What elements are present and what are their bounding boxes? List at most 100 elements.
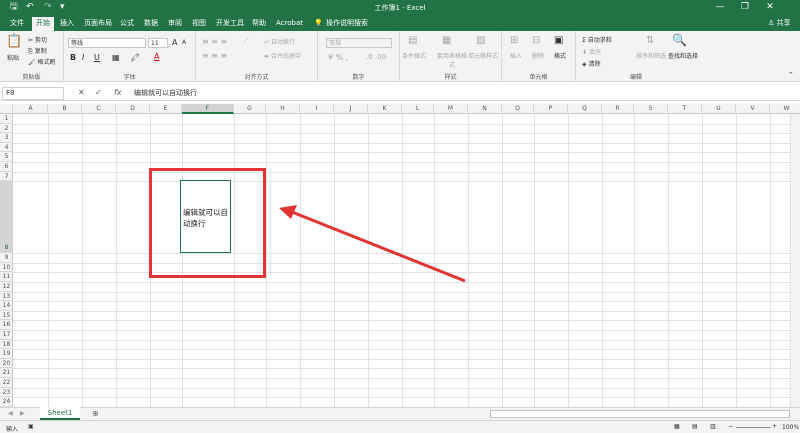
column-header-u[interactable]: U bbox=[702, 104, 736, 114]
grow-font-button[interactable]: A bbox=[172, 38, 177, 47]
tab-insert[interactable]: 插入 bbox=[56, 15, 78, 31]
tab-data[interactable]: 数据 bbox=[140, 15, 162, 31]
column-header-b[interactable]: B bbox=[48, 104, 82, 114]
autosum-button[interactable]: Σ 自动求和 bbox=[582, 35, 612, 44]
row-header-9[interactable]: 9 bbox=[0, 253, 13, 263]
format-cells-icon[interactable]: ▣ bbox=[554, 35, 563, 46]
cell-style-icon[interactable]: ▨ bbox=[476, 35, 485, 46]
column-header-n[interactable]: N bbox=[468, 104, 502, 114]
restore-button[interactable]: ❐ bbox=[735, 1, 755, 13]
table-format-icon[interactable]: ▦ bbox=[442, 35, 451, 46]
column-header-l[interactable]: L bbox=[402, 104, 434, 114]
row-header-3[interactable]: 3 bbox=[0, 133, 13, 143]
row-header-8[interactable]: 8 bbox=[0, 181, 13, 254]
worksheet-grid[interactable] bbox=[13, 114, 800, 407]
tab-page-layout[interactable]: 页面布局 bbox=[80, 15, 116, 31]
column-header-h[interactable]: H bbox=[266, 104, 300, 114]
add-sheet-icon[interactable]: ⊕ bbox=[92, 409, 99, 418]
row-header-13[interactable]: 13 bbox=[0, 292, 13, 302]
column-header-g[interactable]: G bbox=[234, 104, 266, 114]
column-header-f[interactable]: F bbox=[182, 104, 234, 114]
vertical-scrollbar[interactable] bbox=[790, 114, 800, 407]
share-button[interactable]: ♙ 共享 bbox=[764, 15, 795, 31]
row-header-1[interactable]: 1 bbox=[0, 114, 13, 124]
sheet-nav-right-icon[interactable]: ▶ bbox=[20, 410, 25, 417]
tab-home[interactable]: 开始 bbox=[32, 17, 54, 31]
row-header-4[interactable]: 4 bbox=[0, 143, 13, 153]
conditional-format-button[interactable]: 条件格式 bbox=[402, 51, 426, 60]
paste-icon[interactable]: 📋 bbox=[6, 34, 22, 49]
row-header-18[interactable]: 18 bbox=[0, 340, 13, 350]
row-header-10[interactable]: 10 bbox=[0, 263, 13, 273]
align-top-icon[interactable]: ≡ ≡ ≡ bbox=[202, 37, 227, 46]
copy-button[interactable]: ⎘ 复制 bbox=[28, 46, 47, 56]
conditional-format-icon[interactable]: ▤ bbox=[408, 35, 417, 46]
macro-record-icon[interactable]: ▣ bbox=[28, 423, 34, 430]
collapse-ribbon-icon[interactable]: ⌃ bbox=[788, 71, 794, 79]
fill-color-icon[interactable]: 🖍 bbox=[130, 53, 140, 62]
tab-formulas[interactable]: 公式 bbox=[116, 15, 138, 31]
tab-help[interactable]: 帮助 bbox=[248, 15, 270, 31]
column-header-w[interactable]: W bbox=[770, 104, 800, 114]
column-header-r[interactable]: R bbox=[602, 104, 634, 114]
column-header-e[interactable]: E bbox=[150, 104, 182, 114]
shrink-font-button[interactable]: A bbox=[182, 39, 186, 46]
column-header-o[interactable]: O bbox=[502, 104, 534, 114]
column-header-t[interactable]: T bbox=[668, 104, 702, 114]
row-header-15[interactable]: 15 bbox=[0, 311, 13, 321]
delete-cells-icon[interactable]: ⊟ bbox=[532, 35, 540, 46]
wrap-text-button[interactable]: ⏎ 自动换行 bbox=[264, 37, 295, 46]
row-header-20[interactable]: 20 bbox=[0, 359, 13, 369]
tell-me-search[interactable]: 操作说明搜索 bbox=[322, 15, 372, 31]
row-header-23[interactable]: 23 bbox=[0, 388, 13, 398]
column-header-i[interactable]: I bbox=[300, 104, 334, 114]
row-header-5[interactable]: 5 bbox=[0, 152, 13, 162]
cancel-entry-icon[interactable]: ✕ bbox=[78, 88, 85, 97]
insert-cells-button[interactable]: 插入 bbox=[510, 51, 522, 60]
column-header-a[interactable]: A bbox=[14, 104, 48, 114]
row-header-7[interactable]: 7 bbox=[0, 172, 13, 182]
font-name-select[interactable]: 等线 bbox=[68, 38, 146, 48]
column-header-v[interactable]: V bbox=[736, 104, 770, 114]
zoom-slider[interactable] bbox=[736, 427, 770, 428]
column-header-c[interactable]: C bbox=[82, 104, 116, 114]
minimize-button[interactable]: — bbox=[710, 1, 730, 13]
insert-cells-icon[interactable]: ⊞ bbox=[510, 35, 518, 46]
sheet-nav-left-icon[interactable]: ◀ bbox=[8, 410, 13, 417]
tab-acrobat[interactable]: Acrobat bbox=[272, 15, 307, 31]
page-layout-view-icon[interactable]: ▤ bbox=[692, 423, 698, 430]
tab-view[interactable]: 视图 bbox=[188, 15, 210, 31]
page-break-view-icon[interactable]: ▥ bbox=[710, 423, 716, 430]
column-header-k[interactable]: K bbox=[368, 104, 402, 114]
format-painter-button[interactable]: 🖌 格式刷 bbox=[28, 57, 56, 66]
orientation-icon[interactable]: ⟋ bbox=[244, 37, 248, 45]
tab-developer[interactable]: 开发工具 bbox=[212, 15, 248, 31]
normal-view-icon[interactable]: ▦ bbox=[674, 423, 680, 430]
tab-review[interactable]: 审阅 bbox=[164, 15, 186, 31]
tab-file[interactable]: 文件 bbox=[6, 15, 28, 31]
sheet-tab-sheet1[interactable]: Sheet1 bbox=[40, 407, 80, 420]
row-header-2[interactable]: 2 bbox=[0, 124, 13, 134]
align-left-icon[interactable]: ≡ ≡ ≡ bbox=[202, 51, 227, 60]
find-select-icon[interactable]: 🔍 bbox=[672, 33, 687, 47]
row-header-17[interactable]: 17 bbox=[0, 330, 13, 340]
font-size-select[interactable]: 11 bbox=[148, 38, 168, 48]
borders-icon[interactable]: ▦ bbox=[112, 53, 120, 62]
horizontal-scrollbar[interactable] bbox=[490, 410, 790, 418]
decimal-icon[interactable]: .0 .00 bbox=[366, 53, 386, 61]
number-format-select[interactable]: 常规 bbox=[326, 38, 392, 48]
formula-input[interactable]: 编辑就可以自动换行 bbox=[134, 88, 197, 99]
column-header-j[interactable]: J bbox=[334, 104, 368, 114]
column-header-s[interactable]: S bbox=[634, 104, 668, 114]
confirm-entry-icon[interactable]: ✓ bbox=[95, 88, 102, 97]
row-header-16[interactable]: 16 bbox=[0, 320, 13, 330]
fill-button[interactable]: ⬇ 填充 bbox=[582, 47, 601, 56]
zoom-in-icon[interactable]: + bbox=[772, 423, 777, 430]
cell-style-button[interactable]: 单元格样式 bbox=[468, 51, 498, 60]
column-header-m[interactable]: M bbox=[434, 104, 468, 114]
clear-button[interactable]: ◈ 清除 bbox=[582, 59, 601, 68]
find-select-button[interactable]: 查找和选择 bbox=[668, 51, 698, 60]
format-cells-button[interactable]: 格式 bbox=[554, 51, 566, 60]
delete-cells-button[interactable]: 删除 bbox=[532, 51, 544, 60]
cut-button[interactable]: ✂ 剪切 bbox=[28, 35, 47, 44]
